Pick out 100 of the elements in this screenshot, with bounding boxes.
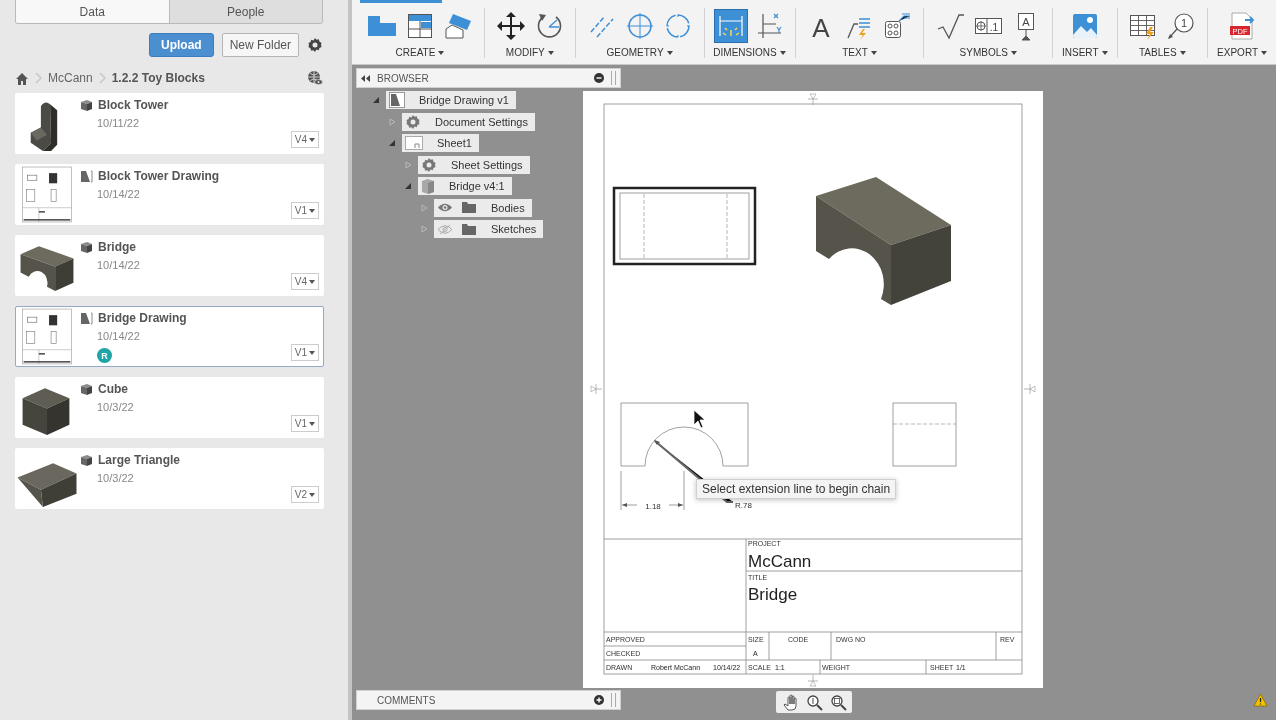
browser-node[interactable]: Sheet Settings [418,155,530,174]
centering-mark-icon [1023,383,1036,395]
file-name: Bridge Drawing [98,311,187,325]
dimension-text: R.78 [735,501,752,510]
nav-tool-button[interactable] [804,693,824,711]
version-dropdown[interactable]: V2 [290,486,319,503]
file-card[interactable]: Cube 10/3/22 V1 [15,377,324,438]
title-block-value: McCann [748,552,812,571]
drawing-icon [80,311,93,325]
zoom-icon [805,693,823,711]
caret-icon [1261,50,1268,55]
tab[interactable]: Data [16,0,169,23]
file-name: Block Tower [98,98,169,112]
pointer-icon [693,409,706,429]
new-folder-button[interactable]: New Folder [221,33,299,57]
warning-icon[interactable] [1253,693,1268,707]
surface-icon [935,11,966,41]
browser-node[interactable]: Sheet1 [402,134,479,153]
balloon-tool-button[interactable]: 1 [1164,9,1199,43]
dimension-text: 1.18 [645,502,661,511]
settings-icon [421,156,437,173]
eye-icon[interactable] [437,202,453,214]
file-date: 10/14/22 [97,259,141,271]
drawing-icon [389,92,405,109]
caret-icon [309,279,315,284]
add-comment-icon[interactable] [594,695,604,705]
file-name: Bridge [98,240,136,254]
pan-icon [781,693,799,711]
cube-icon [80,382,93,396]
collapse-panel-icon[interactable] [361,74,370,82]
hole-note-icon [882,11,913,41]
home-icon[interactable] [15,71,29,85]
version-dropdown[interactable]: V4 [290,273,319,290]
cube-icon [80,240,93,254]
projected-view-icon [405,11,435,41]
file-card[interactable]: Bridge 10/14/22 V4 [15,235,324,296]
version-dropdown[interactable]: V1 [290,344,319,361]
globe-icon[interactable] [307,70,323,86]
file-card[interactable]: Bridge Drawing 10/14/22 R V1 [15,306,324,367]
toolbar-menu[interactable]: SYMBOLS [959,47,1017,58]
file-date: 10/3/22 [97,401,135,413]
file-card[interactable]: Large Triangle 10/3/22 V2 [15,448,324,509]
version-dropdown[interactable]: V1 [290,202,319,219]
move-icon [495,11,526,41]
zoom-window-icon [829,693,847,711]
title-block-value: Bridge [748,585,798,604]
feature-control-tool-button[interactable]: .1 [971,9,1006,43]
cube-icon [80,453,93,467]
breadcrumb-item[interactable]: McCann [48,71,93,85]
toolbar-menu[interactable]: INSERT [1062,47,1108,58]
browser-node[interactable]: Bridge v4:1 [418,177,512,196]
nav-tool-button[interactable] [828,693,848,711]
chevron-icon [35,72,42,84]
toolbar-menu[interactable]: GEOMETRY [606,47,673,58]
panel-title: COMMENTS [377,694,436,706]
caret-icon [779,50,786,55]
text-tool-button[interactable]: A [804,9,839,43]
caret-icon [870,50,877,55]
caret-icon [1179,50,1186,55]
file-card[interactable]: Block Tower 10/11/22 V4 [15,93,324,154]
file-name: Block Tower Drawing [98,169,220,183]
breadcrumb-item[interactable]: 1.2.2 Toy Blocks [111,71,205,85]
toolbar-menu[interactable]: EXPORT [1217,47,1268,58]
toolbar-menu[interactable]: MODIFY [505,47,554,58]
collapse-icon[interactable] [594,73,604,83]
side-view [892,402,957,467]
datum-tool-button[interactable]: A [1009,9,1044,43]
panel-title: BROWSER [377,72,429,84]
dimension-tool-button[interactable] [713,9,748,43]
browser-node[interactable]: Sketches [434,220,544,239]
version-dropdown[interactable]: V1 [290,415,319,432]
toolbar-menu[interactable]: TABLES [1139,47,1186,58]
expanded-icon[interactable] [372,96,380,105]
file-date: 10/3/22 [97,472,135,484]
toolbar-menu[interactable]: CREATE [395,47,445,58]
caret-icon [309,350,315,355]
section-view-icon [443,11,473,41]
linear-dimension [620,470,685,511]
user-badge: R [97,348,112,363]
settings-icon [405,113,421,130]
tab[interactable]: People [168,0,322,23]
settings-icon[interactable] [307,37,323,53]
toolbar-menu[interactable]: TEXT [842,47,877,58]
browser-node[interactable]: Document Settings [402,112,535,131]
browser-node[interactable]: Bodies [434,198,532,217]
expanded-icon[interactable] [404,182,412,191]
browser-node[interactable]: Bridge Drawing v1 [386,91,516,110]
caret-icon [309,208,315,213]
tooltip: Select extension line to begin chain [696,479,897,499]
version-dropdown[interactable]: V4 [290,131,319,148]
caret-icon [666,50,673,55]
drawing-icon [80,169,93,183]
expanded-icon[interactable] [388,139,396,148]
caret-icon [309,137,315,142]
toolbar-menu[interactable]: DIMENSIONS [713,47,786,58]
file-name: Cube [98,382,128,396]
folder-icon [461,201,477,215]
file-card[interactable]: Block Tower Drawing 10/14/22 V1 [15,164,324,225]
file-date: 10/11/22 [97,117,140,129]
caret-icon [438,50,445,55]
